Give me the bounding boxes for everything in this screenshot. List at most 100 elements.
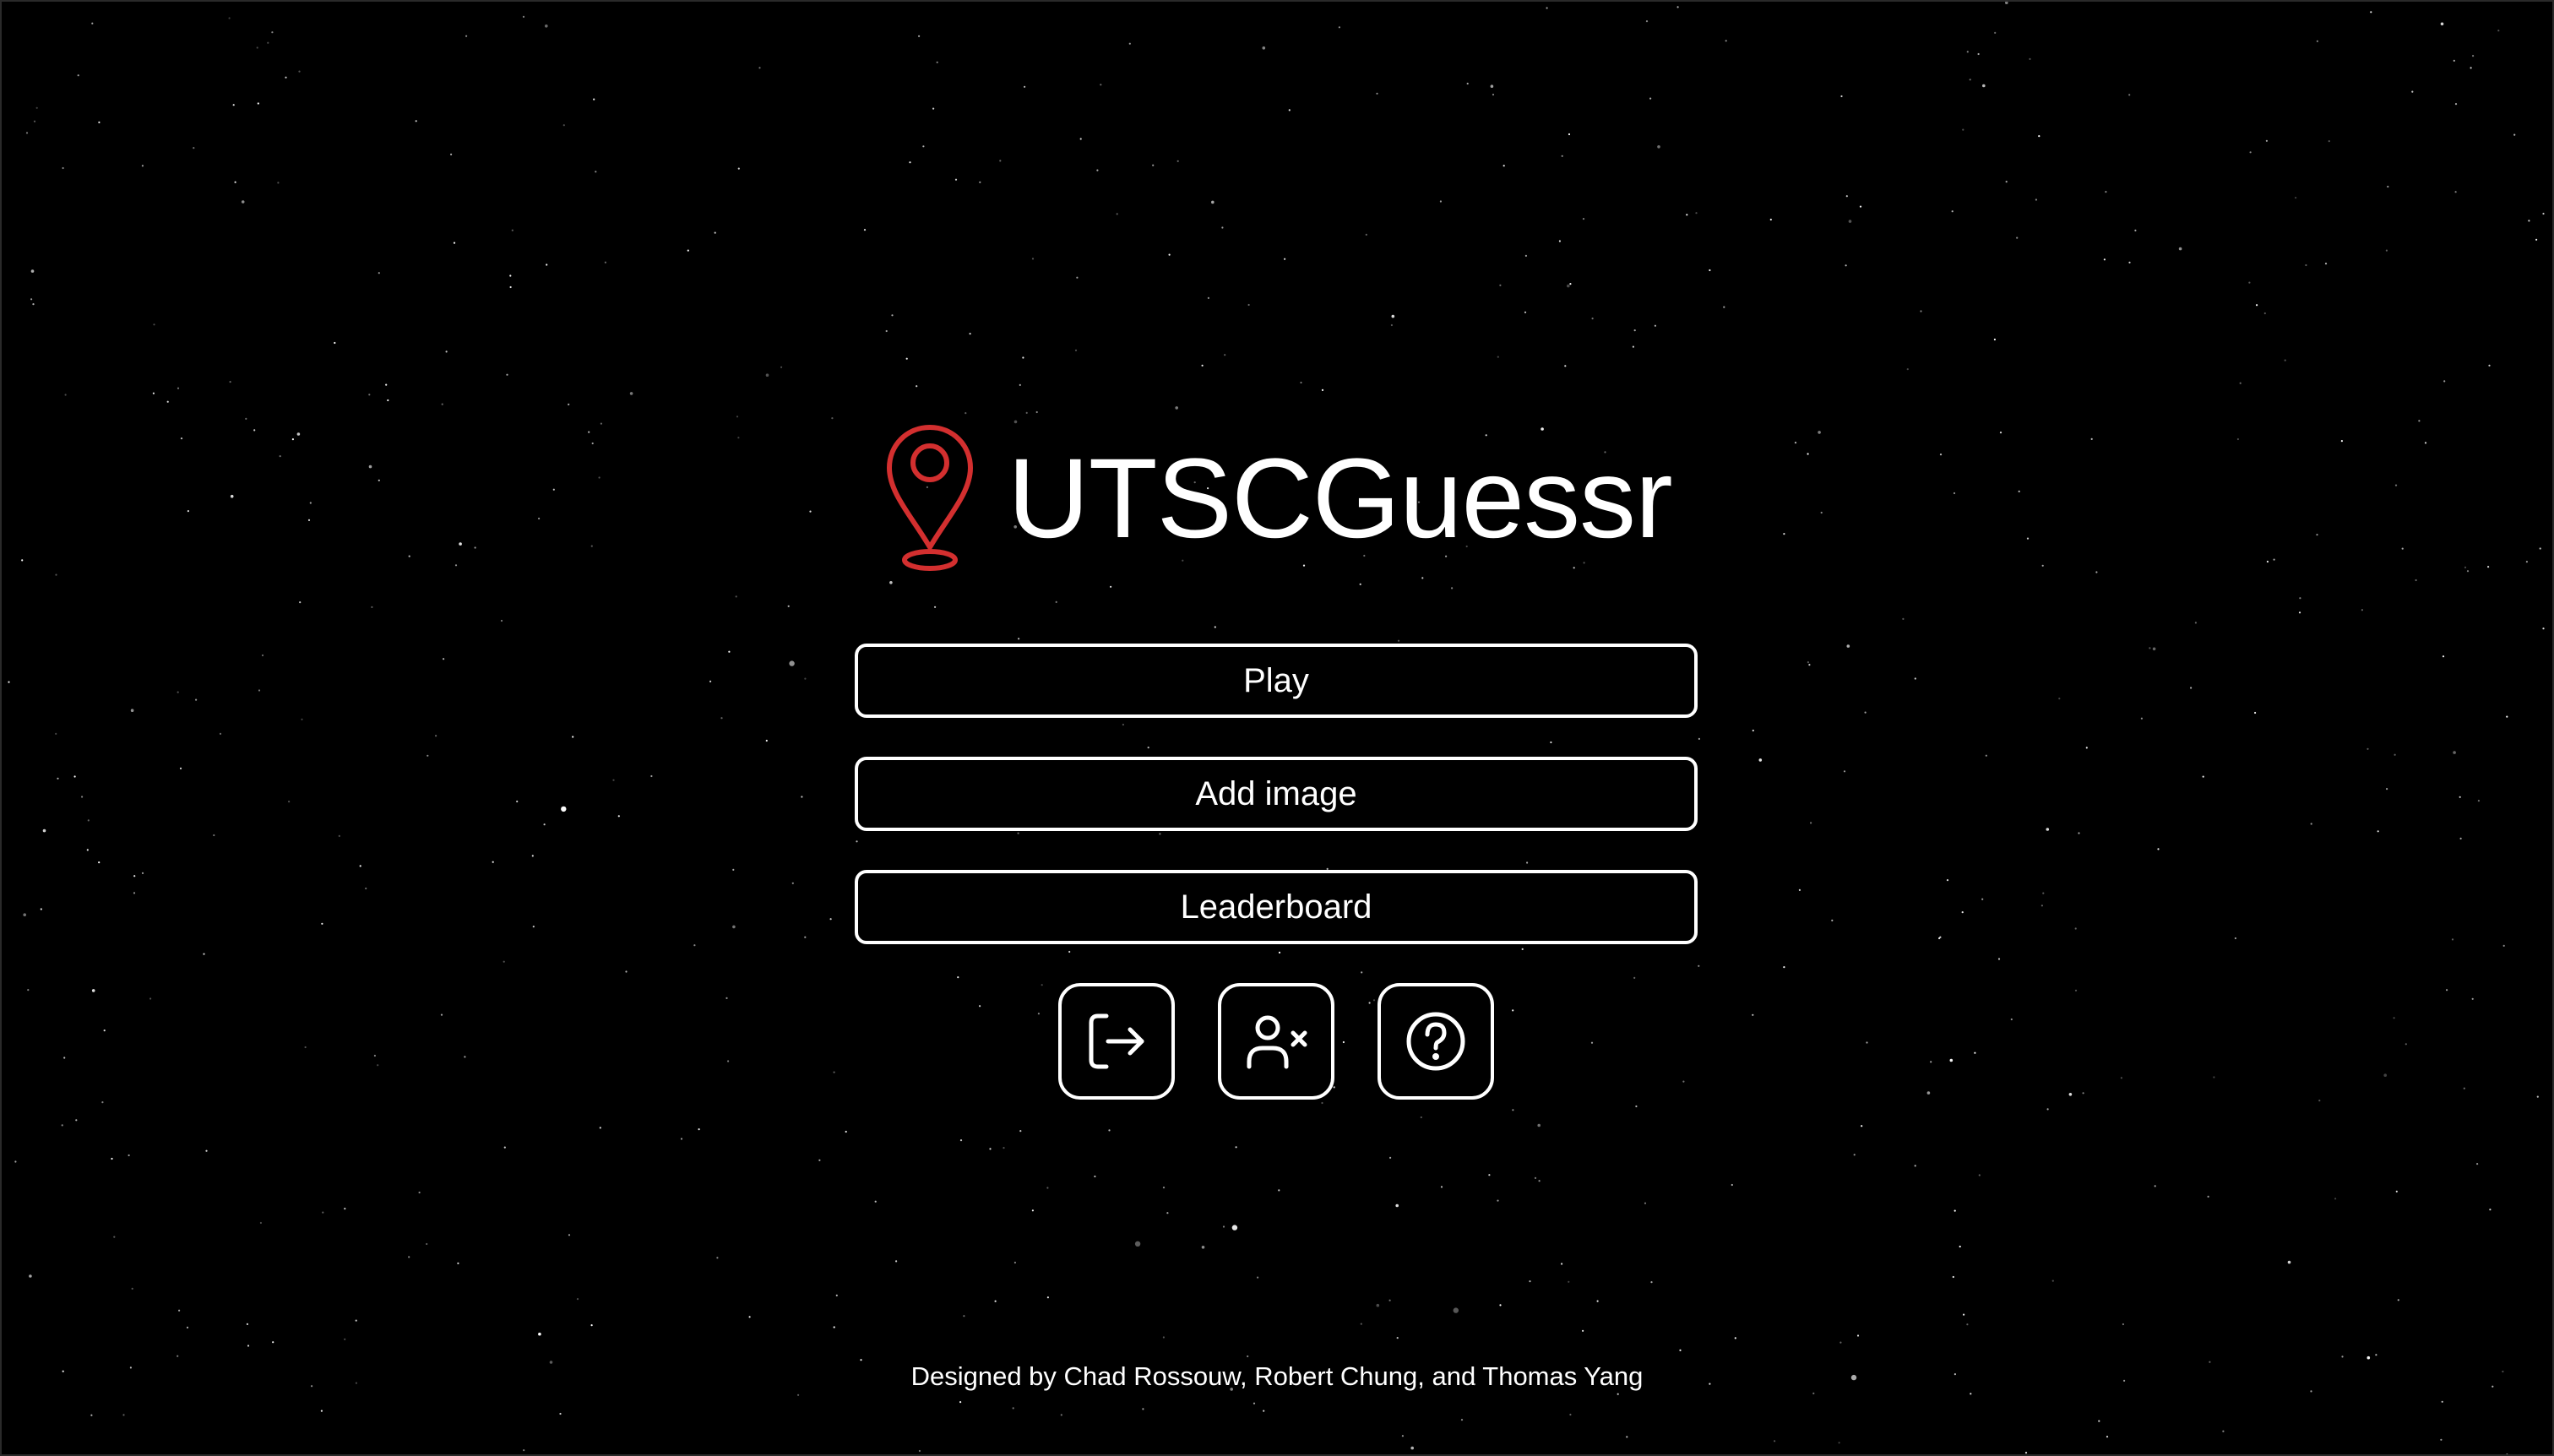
star [693,944,696,947]
star [1645,20,1649,23]
star [885,329,888,333]
star [1376,92,1378,95]
star [804,677,807,680]
star [299,601,302,604]
star [2029,57,2031,60]
star [1961,911,1964,914]
star [1538,1180,1541,1182]
star [1626,1436,1628,1438]
star [40,908,42,910]
star [8,681,10,683]
star [576,1298,579,1301]
star [1159,833,1161,835]
add-image-button[interactable]: Add image [855,757,1698,831]
star [2266,560,2269,563]
star [307,519,311,522]
star [1985,754,1987,757]
star [2340,440,2343,443]
star [1524,254,1527,257]
star [63,1057,66,1059]
star [35,106,38,109]
star [545,24,548,28]
star [2095,571,2098,573]
star [725,997,728,999]
star [195,698,198,701]
star [29,1274,32,1278]
star [1564,365,1567,367]
star [464,1056,466,1058]
star [1421,577,1424,579]
star [1864,711,1867,714]
star [2487,566,2490,568]
star [309,502,312,504]
star [1997,958,2001,960]
star [511,229,514,231]
star [829,918,832,921]
play-button[interactable]: Play [855,644,1698,718]
star [440,1013,443,1016]
star [506,373,508,376]
star [1211,200,1215,204]
star [2128,261,2131,263]
app-title: UTSCGuessr [1008,436,1673,562]
star [2386,788,2388,790]
star [1321,388,1324,391]
star [2140,717,2143,720]
star [728,650,731,653]
star [2459,796,2461,798]
star [2328,140,2330,143]
star [152,392,155,394]
star [261,654,264,657]
star [918,1449,921,1453]
star [1497,356,1499,358]
star [186,1326,189,1328]
star [1162,1336,1165,1339]
star [1396,1337,1399,1339]
star [2082,1092,2084,1095]
star [1247,303,1250,307]
help-button[interactable] [1378,983,1494,1100]
star [1018,638,1020,640]
star [1558,240,1561,242]
star [1807,661,1809,664]
star [562,124,565,127]
star [166,400,169,403]
star [1569,283,1572,285]
star [737,167,740,170]
star [228,17,231,19]
logout-button[interactable] [1058,983,1175,1100]
star [1391,314,1395,318]
star [2440,1438,2443,1441]
star [1046,1296,1049,1299]
delete-account-button[interactable] [1218,983,1334,1100]
star [229,381,231,383]
star [568,403,570,405]
star [1201,364,1204,367]
star [1003,1147,1005,1149]
star [758,67,761,69]
star [1682,1080,1685,1083]
star [1856,1334,1860,1337]
leaderboard-button[interactable]: Leaderboard [855,870,1698,944]
star [1207,296,1209,299]
star [2128,94,2131,96]
star [922,145,925,148]
star [355,1319,357,1322]
star [2298,611,2301,614]
star [338,834,340,838]
star [2098,1420,2100,1422]
star [1818,431,1821,434]
star [2341,1355,2344,1358]
star [378,479,380,481]
star [1982,84,1986,88]
star [2051,1279,2054,1282]
star [365,887,367,890]
star [408,555,410,557]
star [680,1138,683,1140]
star [1709,269,1711,272]
star [2528,220,2530,222]
star [1632,345,1634,348]
star [368,394,371,396]
star [2513,133,2516,136]
star [1657,145,1660,149]
